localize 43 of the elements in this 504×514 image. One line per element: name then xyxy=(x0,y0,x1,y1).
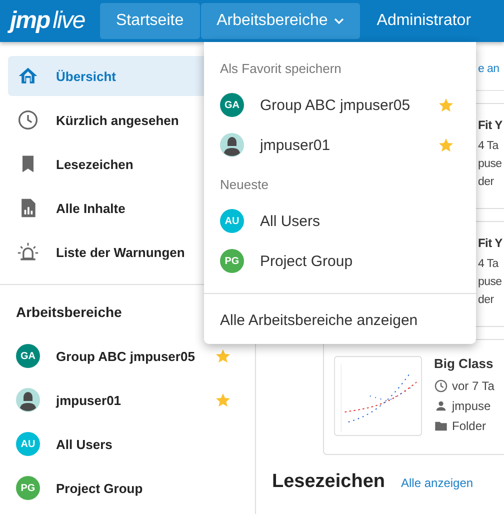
user-avatar-icon xyxy=(16,388,40,412)
user-avatar-icon xyxy=(220,133,244,157)
card-meta: 4 Ta xyxy=(478,258,498,270)
avatar: AU xyxy=(16,432,40,456)
logo[interactable]: jmplive xyxy=(10,7,100,35)
menu-item[interactable]: PG Project Group xyxy=(204,241,476,281)
menu-section-label: Neueste xyxy=(219,176,270,194)
card-meta: puse xyxy=(478,158,502,170)
workspace-item[interactable]: AU All Users xyxy=(0,422,255,466)
section-heading: Lesezeichen xyxy=(272,471,385,493)
card-title[interactable]: Fit Y xyxy=(478,236,502,250)
avatar: GA xyxy=(220,93,244,117)
card-title[interactable]: Fit Y xyxy=(478,118,502,132)
content-card[interactable]: Big Class vor 7 Ta jmpuse Folder xyxy=(323,339,504,455)
card-meta: vor 7 Ta xyxy=(452,379,494,393)
star-icon[interactable] xyxy=(215,392,231,408)
avatar: GA xyxy=(16,344,40,368)
clock-icon xyxy=(17,109,39,131)
avatar: PG xyxy=(16,476,40,500)
star-icon[interactable] xyxy=(215,348,231,364)
card-meta: Folder xyxy=(452,419,486,433)
avatar: AU xyxy=(220,209,244,233)
card-meta: der xyxy=(478,176,494,188)
folder-icon xyxy=(434,419,448,433)
view-all-link[interactable]: e an xyxy=(478,63,504,75)
workspace-item[interactable]: jmpuser01 xyxy=(0,378,255,422)
card-meta: der xyxy=(478,294,494,306)
star-icon[interactable] xyxy=(438,137,454,153)
menu-item[interactable]: jmpuser01 xyxy=(204,125,476,165)
star-icon[interactable] xyxy=(438,97,454,113)
card-meta: 4 Ta xyxy=(478,140,498,152)
clock-icon xyxy=(434,379,448,393)
avatar: PG xyxy=(220,249,244,273)
card-meta: puse xyxy=(478,276,502,288)
alarm-icon xyxy=(17,241,39,263)
nav-tab[interactable]: Administrator xyxy=(360,3,488,39)
card-title[interactable]: Big Class xyxy=(434,356,494,371)
card-meta: jmpuse xyxy=(452,399,491,413)
section-heading: Arbeitsbereiche xyxy=(16,304,122,320)
menu-item[interactable]: AU All Users xyxy=(204,201,476,241)
workspace-item[interactable]: PG Project Group xyxy=(0,466,255,510)
view-all-link[interactable]: Alle anzeigen xyxy=(401,476,474,490)
person-icon xyxy=(434,399,448,413)
